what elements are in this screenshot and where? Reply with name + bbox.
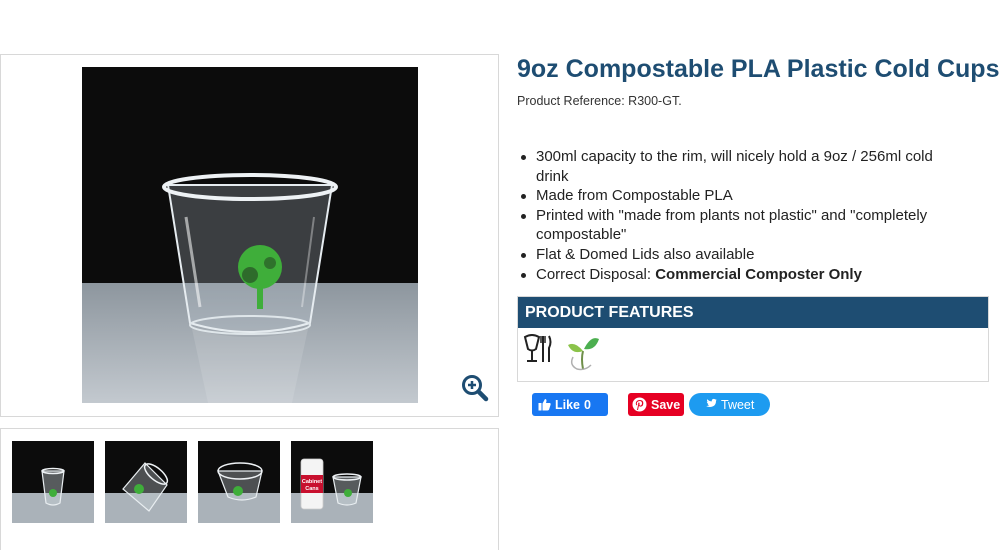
main-image-panel [0, 54, 499, 417]
bullet-print: Printed with "made from plants not plast… [518, 206, 968, 245]
svg-text:Cabinet: Cabinet [302, 479, 322, 485]
product-features-box: PRODUCT FEATURES [517, 296, 989, 382]
thumbnail-strip: Cabinet Cans [0, 428, 499, 550]
svg-text:Cans: Cans [305, 486, 318, 492]
thumbs-up-icon [538, 399, 551, 411]
bullet-capacity: 300ml capacity to the rim, will nicely h… [518, 147, 968, 186]
compostable-sprout-icon [565, 333, 601, 376]
facebook-like-count: 0 [584, 397, 591, 412]
bullet-material: Made from Compostable PLA [518, 186, 968, 206]
cup-photo [82, 67, 418, 403]
facebook-like-label: Like [555, 397, 581, 412]
facebook-like-button[interactable]: Like 0 [532, 393, 608, 416]
thumbnail-3[interactable] [198, 441, 280, 523]
pinterest-save-button[interactable]: Save [628, 393, 684, 416]
disposal-label: Correct Disposal: [536, 265, 656, 283]
food-safe-icon [523, 333, 553, 370]
disposal-value: Commercial Composter Only [655, 265, 862, 283]
product-bullet-list: 300ml capacity to the rim, will nicely h… [518, 147, 968, 284]
bullet-disposal: Correct Disposal: Commercial Composter O… [518, 265, 968, 285]
main-product-image[interactable] [82, 67, 418, 403]
pinterest-icon [632, 397, 647, 412]
thumbnail-4[interactable]: Cabinet Cans [291, 441, 373, 523]
zoom-in-icon[interactable] [460, 373, 490, 403]
thumbnail-1[interactable] [12, 441, 94, 523]
tweet-label: Tweet [721, 397, 755, 412]
product-reference: Product Reference: R300-GT. [517, 94, 682, 108]
bullet-lids: Flat & Domed Lids also available [518, 245, 968, 265]
product-title: 9oz Compostable PLA Plastic Cold Cups [517, 55, 1000, 83]
pinterest-save-label: Save [651, 397, 681, 412]
twitter-bird-icon [706, 398, 717, 407]
tweet-button[interactable]: Tweet [689, 393, 770, 416]
thumbnail-2[interactable] [105, 441, 187, 523]
features-header: PRODUCT FEATURES [518, 297, 988, 328]
